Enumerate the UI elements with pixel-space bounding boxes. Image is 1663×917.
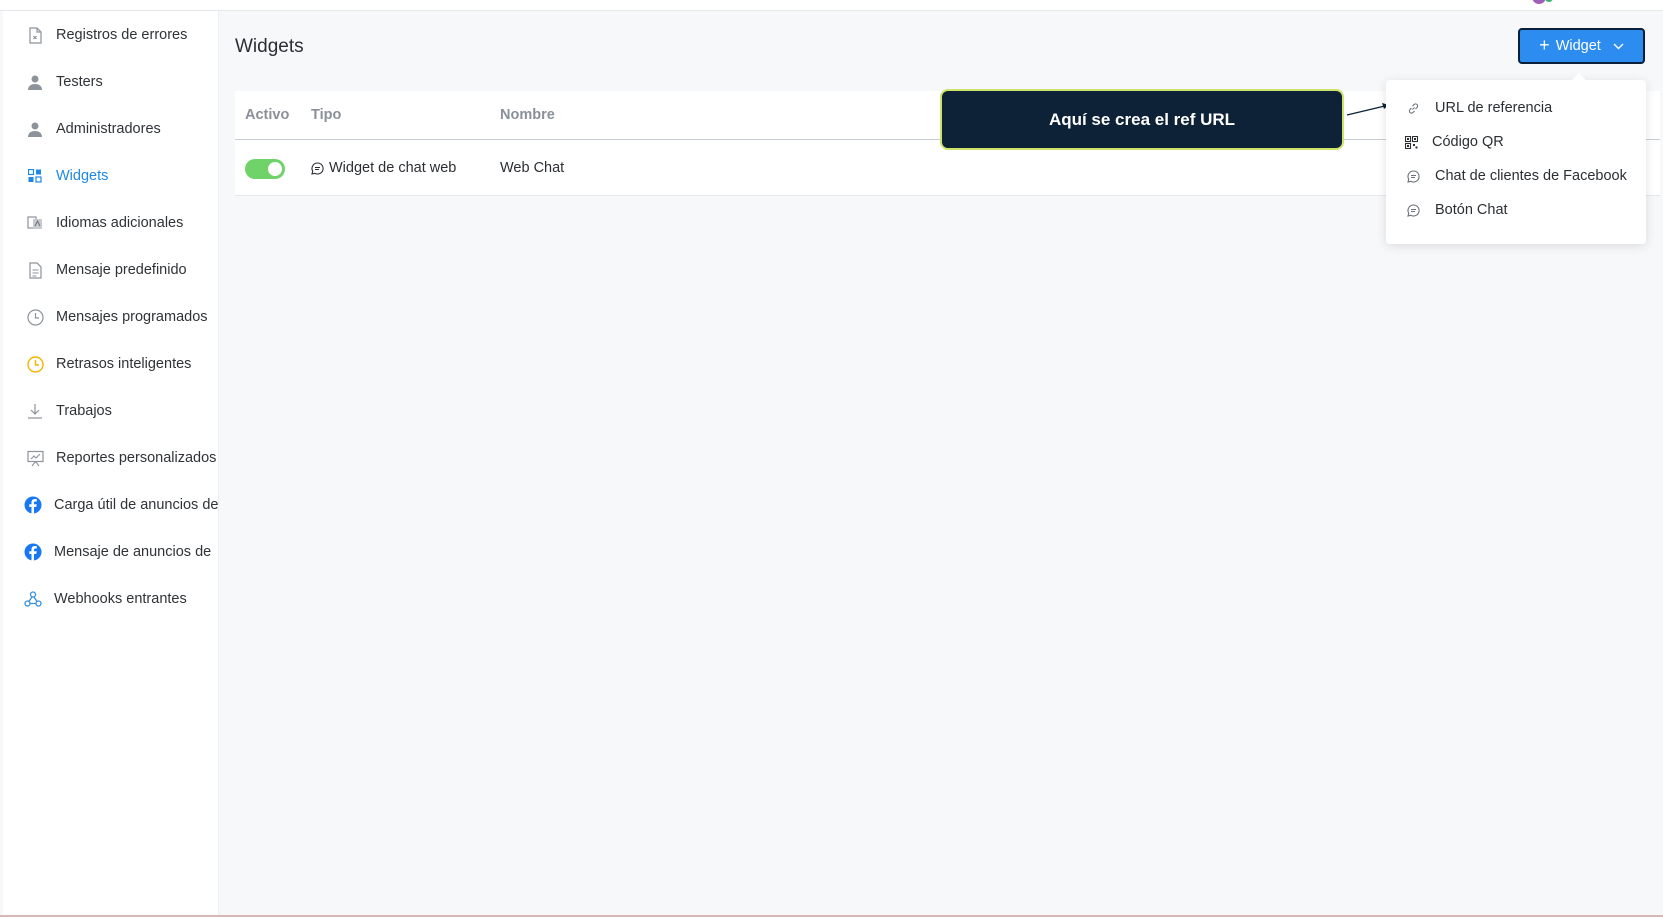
dropdown-item-label: Chat de clientes de Facebook [1435,168,1627,184]
sidebar-item-label: Retrasos inteligentes [56,356,192,372]
dropdown-item-boton-chat[interactable]: Botón Chat [1386,193,1646,227]
facebook-icon [23,495,43,515]
sidebar-item-idiomas-adicionales[interactable]: Idiomas adicionales [3,205,218,241]
page-title: Widgets [235,36,304,57]
widget-type-text: Widget de chat web [329,160,457,176]
annotation-callout: Aquí se crea el ref URL [940,89,1344,150]
plus-icon: + [1539,35,1550,55]
sidebar-item-testers[interactable]: Testers [3,64,218,100]
language-icon [25,213,45,233]
document-icon [25,260,45,280]
app-logo-icon [1532,0,1546,4]
chat-bubble-icon [1405,168,1421,184]
sidebar-item-reportes-personalizados[interactable]: Reportes personalizados [3,440,218,476]
sidebar-item-registros-de-errores[interactable]: Registros de errores [3,17,218,53]
sidebar-item-label: Mensajes programados [56,309,208,325]
clock-icon [25,354,45,374]
clock-icon [25,307,45,327]
link-icon [1405,100,1421,116]
webhook-icon [23,589,43,609]
active-toggle[interactable] [245,159,285,179]
dropdown-item-label: Botón Chat [1435,202,1508,218]
sidebar-item-label: Mensaje de anuncios de [54,544,212,560]
sidebar-item-carga-util-de-anuncios[interactable]: Carga útil de anuncios de [3,487,218,523]
sidebar-item-mensajes-programados[interactable]: Mensajes programados [3,299,218,335]
toggle-knob [268,162,282,176]
error-log-icon [25,25,45,45]
column-header-activo[interactable]: Activo [245,107,289,123]
report-icon [25,448,45,468]
top-bar [0,0,1663,11]
facebook-icon [23,542,43,562]
sidebar-item-label: Testers [56,74,103,90]
sidebar-item-label: Carga útil de anuncios de [54,497,218,513]
dropdown-caret [1572,73,1586,80]
add-widget-button-label: Widget [1555,38,1601,54]
sidebar-item-label: Registros de errores [56,27,188,43]
widget-name-text[interactable]: Web Chat [500,160,564,176]
download-icon [25,401,45,421]
sidebar-item-administradores[interactable]: Administradores [3,111,218,147]
chat-bubble-icon [311,161,324,175]
app-logo-accent-icon [1545,0,1553,2]
widgets-grid-icon [25,166,45,186]
column-header-nombre[interactable]: Nombre [500,107,555,123]
dropdown-item-chat-de-clientes-de-facebook[interactable]: Chat de clientes de Facebook [1386,159,1646,193]
sidebar-item-label: Trabajos [56,403,112,419]
qr-code-icon [1403,134,1419,150]
dropdown-item-label: Código QR [1432,134,1504,150]
sidebar-item-retrasos-inteligentes[interactable]: Retrasos inteligentes [3,346,218,382]
widget-type-dropdown: URL de referencia Código QR Chat de clie… [1386,73,1646,244]
sidebar-item-mensaje-de-anuncios[interactable]: Mensaje de anuncios de [3,534,218,570]
sidebar-item-label: Mensaje predefinido [56,262,187,278]
sidebar-item-label: Widgets [56,168,109,184]
sidebar-item-mensaje-predefinido[interactable]: Mensaje predefinido [3,252,218,288]
sidebar-item-trabajos[interactable]: Trabajos [3,393,218,429]
sidebar-item-label: Webhooks entrantes [54,591,187,607]
sidebar-item-label: Idiomas adicionales [56,215,184,231]
user-icon [25,72,45,92]
chat-bubble-icon [1405,202,1421,218]
widget-name-cell: Web Chat [500,160,564,176]
user-icon [25,119,45,139]
widget-type-cell: Widget de chat web [311,160,456,176]
dropdown-item-url-de-referencia[interactable]: URL de referencia [1386,91,1646,125]
dropdown-item-codigo-qr[interactable]: Código QR [1386,125,1646,159]
sidebar-item-webhooks-entrantes[interactable]: Webhooks entrantes [3,581,218,617]
chevron-down-icon [1613,43,1624,50]
add-widget-button[interactable]: + Widget [1518,28,1645,64]
dropdown-item-label: URL de referencia [1435,100,1553,116]
sidebar-item-label: Administradores [56,121,161,137]
column-header-tipo[interactable]: Tipo [311,107,341,123]
sidebar: Registros de errores Testers Administrad… [3,11,219,917]
sidebar-item-widgets[interactable]: Widgets [3,158,218,194]
sidebar-item-label: Reportes personalizados [56,450,217,466]
